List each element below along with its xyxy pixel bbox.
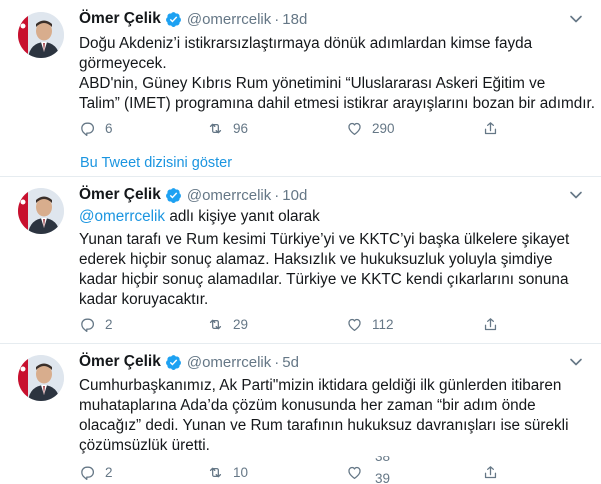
avatar-photo xyxy=(18,12,64,58)
avatar[interactable] xyxy=(18,12,64,58)
share-button[interactable] xyxy=(482,118,499,138)
display-name[interactable]: Ömer Çelik xyxy=(79,353,161,371)
handle[interactable]: @omerrcelik xyxy=(187,11,271,28)
share-icon xyxy=(484,121,497,134)
reply-count: 2 xyxy=(105,316,113,332)
retweet-button[interactable]: 96 xyxy=(207,118,248,138)
reply-count: 6 xyxy=(105,120,113,136)
tweet-text-line: muhataplarına Ada’da çözüm konusunda her… xyxy=(79,397,536,414)
like-count: 39 xyxy=(375,471,391,484)
display-name[interactable]: Ömer Çelik xyxy=(79,186,161,204)
reply-context-text: adlı kişiye yanıt olarak xyxy=(165,208,320,225)
tweet-text-line: kadar koruyacaktır. xyxy=(79,291,209,308)
avatar-photo xyxy=(18,355,64,401)
avatar[interactable] xyxy=(18,188,64,234)
chevron-down-icon[interactable] xyxy=(569,355,583,369)
like-count: 112 xyxy=(372,316,394,332)
retweet-count: 29 xyxy=(233,316,249,332)
share-icon xyxy=(484,465,497,478)
separator-dot: · xyxy=(274,10,280,28)
like-count-animating: 38 xyxy=(375,456,391,464)
retweet-icon xyxy=(209,123,222,133)
timestamp[interactable]: 5d xyxy=(282,354,299,371)
verified-badge-icon xyxy=(165,187,181,203)
retweet-button[interactable]: 29 xyxy=(207,314,248,334)
reply-button[interactable]: 6 xyxy=(79,118,113,138)
handle[interactable]: @omerrcelik xyxy=(187,187,271,204)
reply-icon xyxy=(81,122,95,136)
like-button[interactable]: 112 xyxy=(346,314,394,334)
tweet-text-line: ederek hiçbir sonuç alamaz. Haksızlık ve… xyxy=(79,251,553,268)
tweet-text-line: kadar hiçbir sonuç alamadılar. Türkiye v… xyxy=(79,271,569,288)
avatar-photo xyxy=(18,188,64,234)
separator-dot: · xyxy=(274,353,280,371)
tweet-actions: 6 96 290 xyxy=(79,118,529,138)
like-count: 290 xyxy=(372,120,395,136)
separator-dot: · xyxy=(274,186,280,204)
tweet-header: Ömer Çelik @omerrcelik · 18d xyxy=(79,9,307,29)
heart-icon xyxy=(348,122,361,135)
tweet-actions: 2 29 112 xyxy=(79,314,529,334)
tweet-2[interactable]: Ömer Çelik @omerrcelik · 10d @omerrcelik… xyxy=(0,177,601,342)
reply-icon xyxy=(81,318,95,332)
verified-badge-icon xyxy=(165,354,181,370)
retweet-icon xyxy=(209,467,222,477)
tweet-3[interactable]: Ömer Çelik @omerrcelik · 5d Cumhurbaşkan… xyxy=(0,344,601,484)
reply-button[interactable]: 2 xyxy=(79,462,113,482)
verified-badge-icon xyxy=(165,11,181,27)
tweet-text-line: ABD'nin, Güney Kıbrıs Rum yönetimini “Ul… xyxy=(79,75,546,92)
reply-context: @omerrcelik adlı kişiye yanıt olarak xyxy=(79,207,320,227)
reply-count: 2 xyxy=(105,464,113,480)
tweet-text-line: çözümsüzlük üretti. xyxy=(79,437,210,454)
tweet-text-line: Doğu Akdeniz’i istikrarsızlaştırmaya dön… xyxy=(79,35,533,52)
share-button[interactable] xyxy=(482,314,499,334)
heart-icon xyxy=(348,466,361,479)
tweet-text: Doğu Akdeniz’i istikrarsızlaştırmaya dön… xyxy=(79,34,596,114)
share-icon xyxy=(484,317,497,330)
handle[interactable]: @omerrcelik xyxy=(187,354,271,371)
tweet-text-line: görmeyecek. xyxy=(79,55,167,72)
retweet-button[interactable]: 10 xyxy=(207,462,248,482)
chevron-down-icon[interactable] xyxy=(569,188,583,202)
show-thread-link[interactable]: Bu Tweet dizisini göster xyxy=(80,155,232,171)
reply-mention-link[interactable]: @omerrcelik xyxy=(79,208,165,225)
tweet-text: Yunan tarafı ve Rum kesimi Türkiye’yi ve… xyxy=(79,230,589,310)
tweet-text-line: olacağız” dedi. Yunan ve Rum tarafının h… xyxy=(79,417,569,434)
chevron-down-icon[interactable] xyxy=(569,12,583,26)
share-button[interactable] xyxy=(482,462,499,482)
avatar[interactable] xyxy=(18,355,64,401)
reply-button[interactable]: 2 xyxy=(79,314,113,334)
timestamp[interactable]: 18d xyxy=(282,11,307,28)
tweet-text: Cumhurbaşkanımız, Ak Parti"mizin iktidar… xyxy=(79,376,589,456)
tweet-text-line: Talim” (IMET) programına dahil etmesi is… xyxy=(79,95,596,112)
tweet-1[interactable]: Ömer Çelik @omerrcelik · 18d Doğu Akdeni… xyxy=(0,0,601,176)
like-button[interactable] xyxy=(346,462,363,482)
heart-icon xyxy=(348,318,361,331)
reply-icon xyxy=(81,466,95,480)
tweet-text-line: Yunan tarafı ve Rum kesimi Türkiye’yi ve… xyxy=(79,231,570,248)
tweet-header: Ömer Çelik @omerrcelik · 5d xyxy=(79,352,299,372)
retweet-icon xyxy=(209,319,222,329)
tweet-header: Ömer Çelik @omerrcelik · 10d xyxy=(79,185,307,205)
tweet-text-line: Cumhurbaşkanımız, Ak Parti"mizin iktidar… xyxy=(79,377,562,394)
like-button[interactable]: 290 xyxy=(346,118,395,138)
retweet-count: 10 xyxy=(233,464,249,480)
timestamp[interactable]: 10d xyxy=(282,187,307,204)
display-name[interactable]: Ömer Çelik xyxy=(79,10,161,28)
retweet-count: 96 xyxy=(233,120,249,136)
tweet-actions: 2 10 38 39 xyxy=(79,456,529,484)
